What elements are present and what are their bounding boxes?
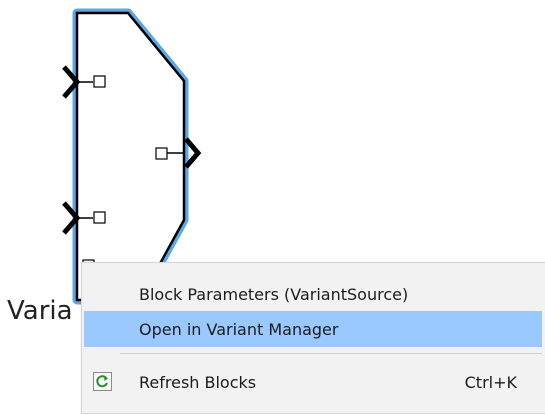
menu-item-refresh-blocks[interactable]: Refresh Blocks Ctrl+K bbox=[82, 364, 545, 400]
block-name-label[interactable]: Varia bbox=[7, 296, 73, 326]
menu-item-block-parameters[interactable]: Block Parameters (VariantSource) bbox=[82, 276, 545, 312]
context-menu: Block Parameters (VariantSource) Open in… bbox=[81, 262, 545, 414]
menu-item-open-in-variant-manager[interactable]: Open in Variant Manager bbox=[84, 311, 542, 347]
refresh-icon bbox=[93, 372, 112, 391]
variant-source-block[interactable] bbox=[72, 8, 189, 305]
menu-item-label: Block Parameters (VariantSource) bbox=[139, 284, 409, 304]
menu-item-label: Open in Variant Manager bbox=[139, 319, 339, 339]
menu-item-shortcut: Ctrl+K bbox=[464, 372, 517, 392]
menu-item-label: Refresh Blocks bbox=[139, 372, 257, 392]
input-port-1-terminal bbox=[93, 75, 106, 88]
menu-separator bbox=[120, 353, 542, 354]
output-port-terminal bbox=[155, 147, 168, 160]
input-port-2-terminal bbox=[93, 211, 106, 224]
